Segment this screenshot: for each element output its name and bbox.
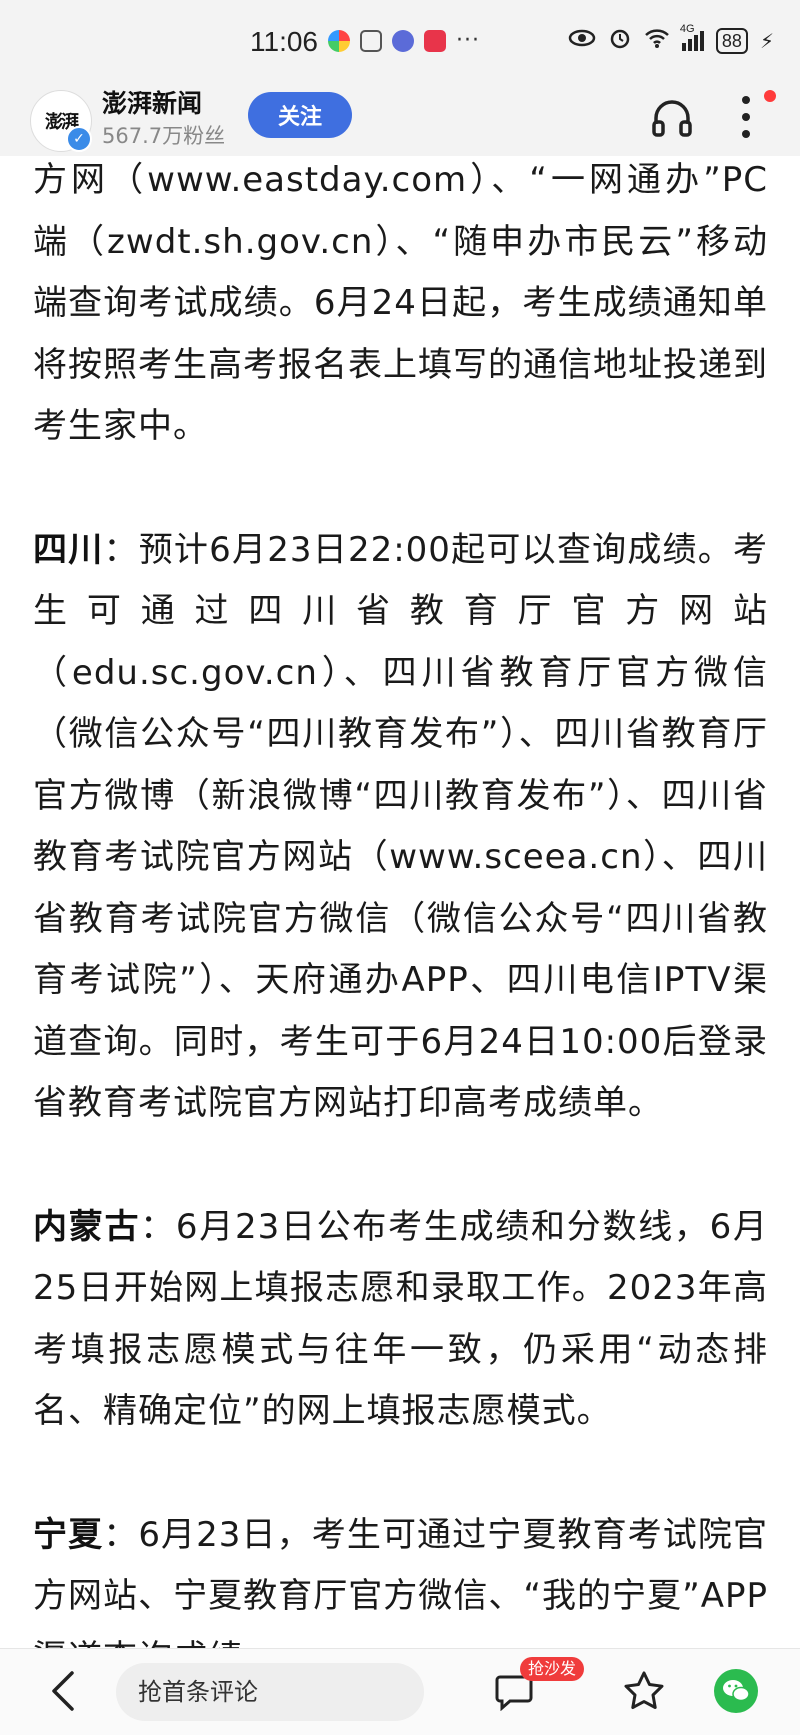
charging-icon: ⚡ bbox=[759, 29, 774, 53]
sofa-badge: 抢沙发 bbox=[520, 1657, 585, 1681]
more-options-icon[interactable] bbox=[736, 92, 756, 142]
back-icon[interactable] bbox=[48, 1669, 78, 1713]
region-label: 宁夏 bbox=[33, 1514, 104, 1555]
status-bar: 11:06 ··· 4G 88 ⚡ bbox=[0, 0, 800, 84]
paragraph-text: ：预计6月23日22:00起可以查询成绩。考生可通过四川省教育厅官方网站（edu… bbox=[33, 529, 768, 1124]
system-status-icons: 4G 88 ⚡ bbox=[568, 23, 774, 56]
notification-dot bbox=[764, 90, 776, 102]
paragraph-shanghai: 方网（www.eastday.com）、“一网通办”PC端（zwdt.sh.go… bbox=[33, 150, 768, 458]
app-notification-icon-3 bbox=[424, 29, 446, 52]
notification-icons: ··· bbox=[328, 28, 480, 53]
battery-level: 88 bbox=[715, 28, 748, 54]
region-label: 内蒙古 bbox=[33, 1206, 141, 1247]
signal-icon: 4G bbox=[680, 23, 704, 51]
verified-icon: ✓ bbox=[66, 126, 92, 152]
follow-button[interactable]: 关注 bbox=[248, 92, 352, 138]
source-name[interactable]: 澎湃新闻 bbox=[102, 84, 202, 120]
article-body: 方网（www.eastday.com）、“一网通办”PC端（zwdt.sh.go… bbox=[33, 150, 768, 1689]
region-label: 四川 bbox=[33, 529, 104, 570]
article-header: 澎湃 ✓ 澎湃新闻 567.7万粉丝 关注 bbox=[0, 84, 800, 156]
app-notification-icon-2 bbox=[392, 29, 414, 52]
paragraph-inner-mongolia: 内蒙古：6月23日公布考生成绩和分数线，6月25日开始网上填报志愿和录取工作。2… bbox=[33, 1197, 768, 1443]
favorite-star-icon[interactable] bbox=[622, 1669, 666, 1713]
status-time: 11:06 bbox=[250, 26, 318, 57]
network-type: 4G bbox=[679, 23, 695, 35]
paragraph-text: 方网（www.eastday.com）、“一网通办”PC端（zwdt.sh.go… bbox=[33, 160, 768, 446]
hand-icon bbox=[360, 29, 382, 52]
eye-icon bbox=[568, 28, 596, 54]
follower-count: 567.7万粉丝 bbox=[102, 124, 226, 148]
wechat-share-icon[interactable] bbox=[714, 1669, 758, 1713]
app-notification-icon bbox=[328, 29, 350, 52]
wifi-icon bbox=[644, 27, 670, 55]
paragraph-text: ：6月23日公布考生成绩和分数线，6月25日开始网上填报志愿和录取工作。2023… bbox=[33, 1206, 768, 1432]
more-notifications-icon: ··· bbox=[456, 28, 480, 53]
bottom-action-bar: 抢首条评论 抢沙发 bbox=[0, 1648, 800, 1735]
paragraph-sichuan: 四川：预计6月23日22:00起可以查询成绩。考生可通过四川省教育厅官方网站（e… bbox=[33, 520, 768, 1135]
headphones-icon[interactable] bbox=[650, 96, 694, 140]
alarm-icon bbox=[608, 26, 632, 56]
comment-input[interactable]: 抢首条评论 bbox=[116, 1663, 424, 1721]
